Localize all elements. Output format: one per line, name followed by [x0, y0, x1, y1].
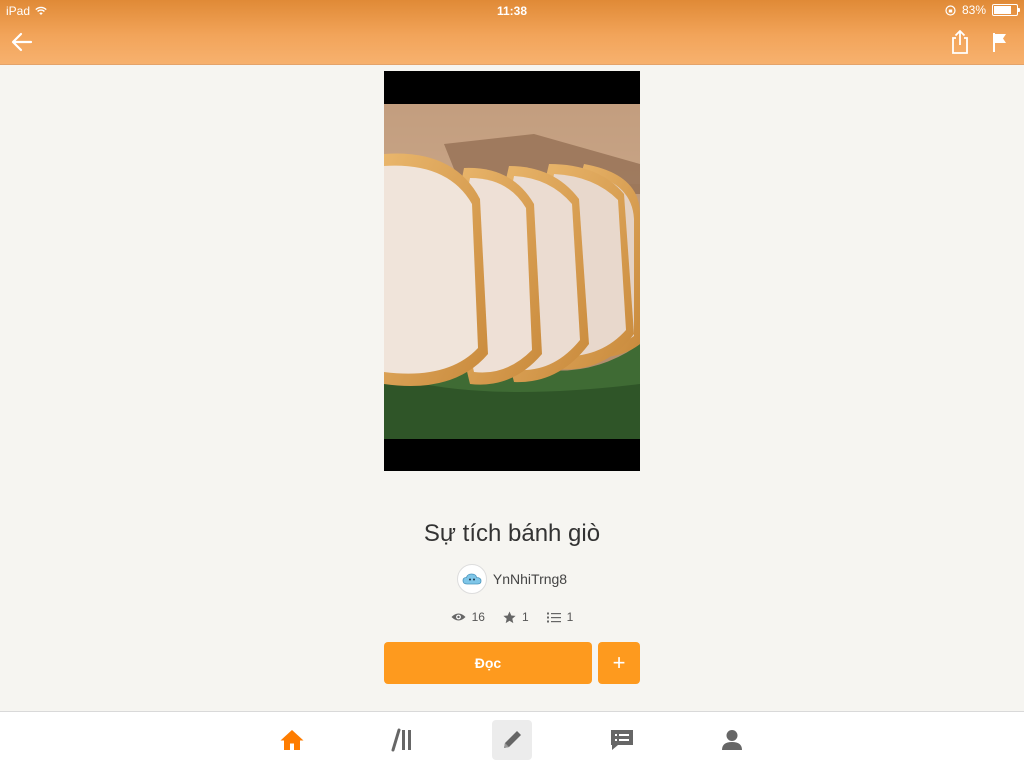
author-name[interactable]: YnNhiTrng8 [493, 571, 567, 587]
battery-percent: 83% [961, 3, 986, 17]
votes-stat: 1 [503, 610, 529, 624]
report-button[interactable] [986, 28, 1014, 56]
tab-profile[interactable] [712, 720, 752, 760]
chat-icon [611, 730, 633, 750]
share-icon [952, 30, 968, 54]
battery-fill [994, 6, 1011, 14]
top-bar: iPad 11:38 83% [0, 0, 1024, 65]
story-title: Sự tích bánh giò [423, 520, 601, 547]
clock: 11:38 [496, 4, 528, 18]
author-avatar[interactable] [456, 564, 487, 594]
status-right: 83% [945, 3, 1020, 17]
tab-library[interactable] [382, 720, 422, 760]
tab-write[interactable] [492, 720, 532, 760]
parts-stat: 1 [546, 610, 574, 624]
views-stat: 16 [451, 610, 485, 624]
tab-messages[interactable] [602, 720, 642, 760]
story-stats: 16 1 1 [0, 610, 1024, 624]
status-bar: iPad 11:38 83% [0, 0, 1024, 22]
share-button[interactable] [946, 28, 974, 56]
pencil-icon [504, 731, 521, 748]
profile-icon [722, 730, 742, 750]
votes-count: 1 [521, 610, 529, 624]
add-to-library-button[interactable]: + [598, 642, 640, 684]
home-icon [280, 730, 304, 750]
battery-icon [992, 4, 1020, 16]
arrow-left-icon [11, 32, 33, 52]
author-row[interactable]: YnNhiTrng8 [0, 564, 1024, 594]
flag-icon [993, 33, 1006, 52]
cover-photo [384, 104, 640, 439]
eye-icon [451, 613, 466, 621]
list-icon [546, 612, 561, 622]
story-cover[interactable] [384, 71, 640, 471]
back-button[interactable] [8, 28, 36, 56]
views-count: 16 [471, 610, 485, 624]
parts-count: 1 [566, 610, 574, 624]
library-icon [391, 728, 411, 752]
read-button[interactable]: Đọc [384, 642, 592, 684]
star-icon [503, 611, 516, 623]
cloud-avatar-icon [462, 573, 482, 585]
rotation-lock-icon [945, 4, 956, 16]
tab-bar [0, 711, 1024, 769]
tab-home[interactable] [272, 720, 312, 760]
